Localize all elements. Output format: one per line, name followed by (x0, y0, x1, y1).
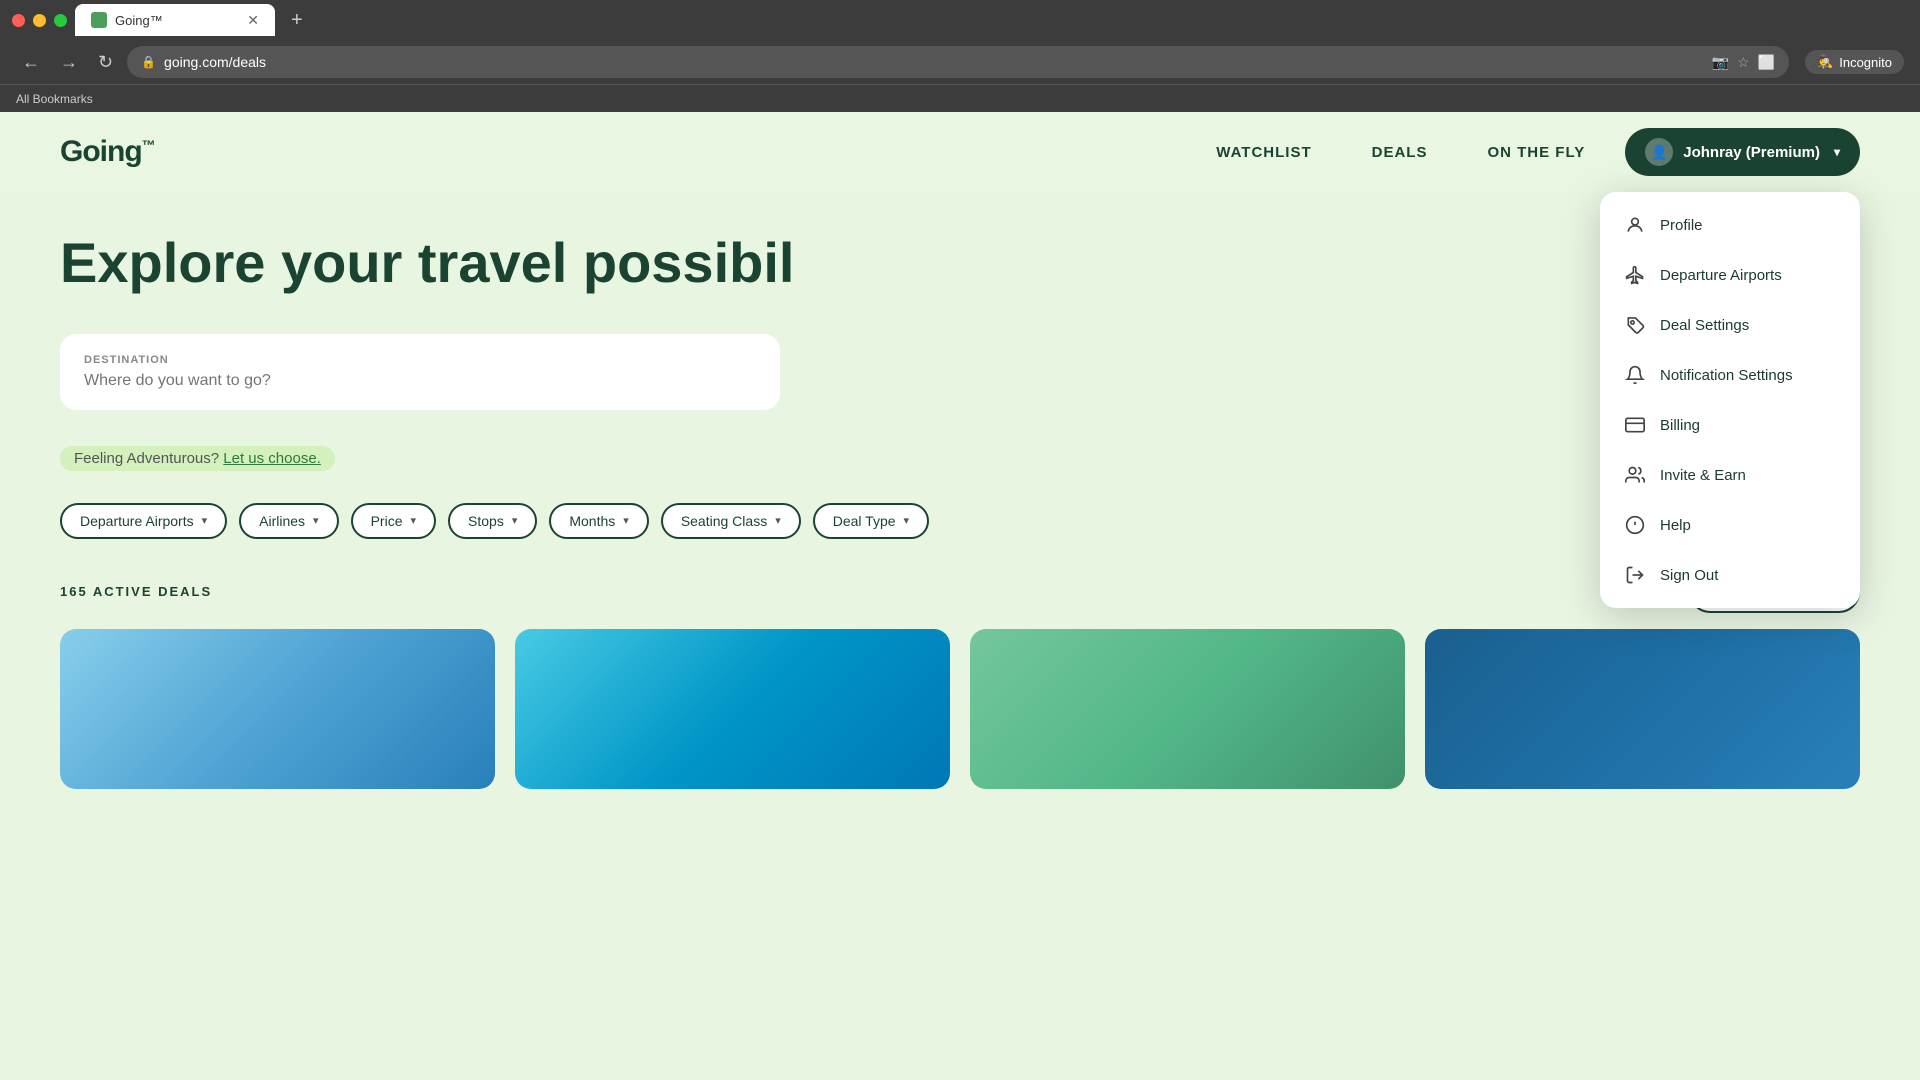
dropdown-sign-out[interactable]: Sign Out (1600, 550, 1860, 600)
info-icon (1624, 514, 1646, 536)
logo-text: Going™ (60, 135, 155, 169)
incognito-label: Incognito (1839, 55, 1892, 70)
user-dropdown: Profile Departure Airports Deal Settings (1600, 192, 1860, 608)
search-label: DESTINATION (84, 354, 756, 366)
adventure-link[interactable]: Let us choose. (223, 450, 321, 467)
browser-chrome: Going™ ✕ + ← → ↻ 🔒 going.com/deals 📷 ☆ ⬜… (0, 0, 1920, 112)
bookmarks-bar: All Bookmarks (0, 84, 1920, 112)
dropdown-profile[interactable]: Profile (1600, 200, 1860, 250)
filter-airlines[interactable]: Airlines ▾ (239, 503, 338, 539)
filter-chevron-icon: ▾ (512, 514, 518, 527)
dropdown-departure-airports[interactable]: Departure Airports (1600, 250, 1860, 300)
deal-card-1[interactable] (60, 629, 495, 789)
filter-seating-class[interactable]: Seating Class ▾ (661, 503, 801, 539)
device-icon[interactable]: ⬜ (1758, 54, 1775, 71)
dropdown-sign-out-label: Sign Out (1660, 567, 1718, 584)
users-icon (1624, 464, 1646, 486)
deal-card-4[interactable] (1425, 629, 1860, 789)
filter-months[interactable]: Months ▾ (549, 503, 648, 539)
filter-chevron-icon: ▾ (313, 514, 319, 527)
deals-count: 165 ACTIVE DEALS (60, 584, 212, 599)
camera-off-icon: 📷 (1712, 54, 1729, 71)
lock-icon: 🔒 (141, 55, 156, 69)
filter-departure-airports[interactable]: Departure Airports ▾ (60, 503, 227, 539)
page-content: Going™ WATCHLIST DEALS ON THE FLY 👤 John… (0, 112, 1920, 1080)
browser-toolbar: ← → ↻ 🔒 going.com/deals 📷 ☆ ⬜ 🕵 Incognit… (0, 40, 1920, 84)
profile-icon (1624, 214, 1646, 236)
search-input[interactable] (84, 372, 756, 390)
window-minimize-btn[interactable] (33, 14, 46, 27)
bell-icon (1624, 364, 1646, 386)
dropdown-deal-settings-label: Deal Settings (1660, 317, 1749, 334)
dropdown-billing-label: Billing (1660, 417, 1700, 434)
nav-deals[interactable]: DEALS (1372, 144, 1428, 161)
filter-chevron-icon: ▾ (904, 514, 910, 527)
toolbar-right: 🕵 Incognito (1805, 50, 1904, 74)
incognito-icon: 🕵 (1817, 54, 1833, 70)
filter-chevron-icon: ▾ (623, 514, 629, 527)
reload-btn[interactable]: ↻ (92, 48, 119, 77)
adventure-badge: Feeling Adventurous? Let us choose. (60, 446, 335, 471)
dropdown-departure-airports-label: Departure Airports (1660, 267, 1782, 284)
dropdown-help-label: Help (1660, 517, 1691, 534)
address-url: going.com/deals (164, 54, 1704, 70)
window-maximize-btn[interactable] (54, 14, 67, 27)
browser-titlebar: Going™ ✕ + (0, 0, 1920, 40)
dropdown-help[interactable]: Help (1600, 500, 1860, 550)
deal-card-2[interactable] (515, 629, 950, 789)
dropdown-profile-label: Profile (1660, 217, 1703, 234)
dropdown-notification-settings[interactable]: Notification Settings (1600, 350, 1860, 400)
address-bar[interactable]: 🔒 going.com/deals 📷 ☆ ⬜ (127, 46, 1789, 78)
dropdown-invite-earn-label: Invite & Earn (1660, 467, 1746, 484)
dropdown-notification-settings-label: Notification Settings (1660, 367, 1793, 384)
filter-chevron-icon: ▾ (410, 514, 416, 527)
star-icon[interactable]: ☆ (1737, 54, 1750, 71)
filter-stops[interactable]: Stops ▾ (448, 503, 537, 539)
user-name-label: Johnray (Premium) (1683, 144, 1820, 161)
deal-card-3[interactable] (970, 629, 1405, 789)
nav-links: WATCHLIST DEALS ON THE FLY (1216, 144, 1585, 161)
site-logo[interactable]: Going™ (60, 135, 155, 169)
search-bar: DESTINATION (60, 334, 780, 410)
back-btn[interactable]: ← (16, 48, 46, 77)
dropdown-billing[interactable]: Billing (1600, 400, 1860, 450)
user-menu-button[interactable]: 👤 Johnray (Premium) ▾ (1625, 128, 1860, 176)
window-close-btn[interactable] (12, 14, 25, 27)
sign-out-icon (1624, 564, 1646, 586)
filter-price[interactable]: Price ▾ (351, 503, 436, 539)
dropdown-deal-settings[interactable]: Deal Settings (1600, 300, 1860, 350)
tab-favicon (91, 12, 107, 28)
forward-btn[interactable]: → (54, 48, 84, 77)
site-nav: Going™ WATCHLIST DEALS ON THE FLY 👤 John… (0, 112, 1920, 192)
deals-header: 165 ACTIVE DEALS Sort by Featured ▾ (60, 571, 1860, 613)
address-bar-icons: 📷 ☆ ⬜ (1712, 54, 1775, 71)
filter-chevron-icon: ▾ (775, 514, 781, 527)
adventure-label: Feeling Adventurous? (74, 450, 219, 467)
tab-title: Going™ (115, 13, 163, 28)
hero-title: Explore your travel possibil (60, 232, 1860, 294)
filter-chevron-icon: ▾ (202, 514, 208, 527)
deal-cards (60, 629, 1860, 789)
new-tab-btn[interactable]: + (283, 9, 311, 32)
nav-on-the-fly[interactable]: ON THE FLY (1487, 144, 1585, 161)
bookmarks-label: All Bookmarks (16, 92, 93, 106)
nav-watchlist[interactable]: WATCHLIST (1216, 144, 1311, 161)
chevron-down-icon: ▾ (1834, 145, 1840, 159)
filter-deal-type[interactable]: Deal Type ▾ (813, 503, 929, 539)
browser-tab[interactable]: Going™ ✕ (75, 4, 275, 36)
tab-close-btn[interactable]: ✕ (247, 12, 259, 29)
user-avatar: 👤 (1645, 138, 1673, 166)
tag-icon (1624, 314, 1646, 336)
credit-card-icon (1624, 414, 1646, 436)
incognito-btn[interactable]: 🕵 Incognito (1805, 50, 1904, 74)
plane-icon (1624, 264, 1646, 286)
dropdown-invite-earn[interactable]: Invite & Earn (1600, 450, 1860, 500)
window-controls (12, 14, 67, 27)
